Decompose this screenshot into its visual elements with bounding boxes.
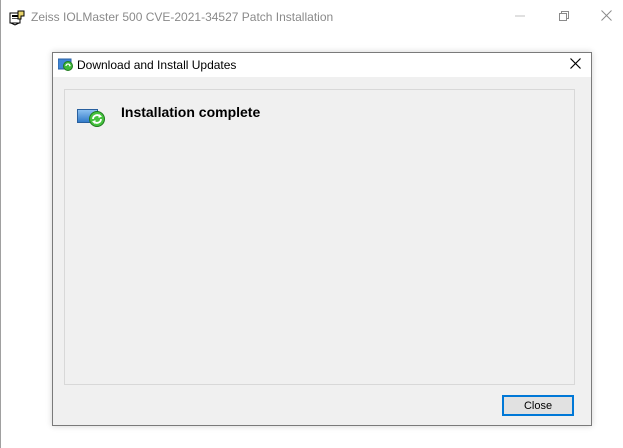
windows-update-icon — [77, 106, 107, 128]
update-dialog: Download and Install Updates Installatio… — [52, 52, 592, 426]
dialog-title: Download and Install Updates — [77, 58, 237, 72]
installer-window: Zeiss IOLMaster 500 CVE-2021-34527 Patch… — [0, 0, 623, 448]
minimize-button[interactable] — [497, 0, 543, 33]
window-titlebar[interactable]: Zeiss IOLMaster 500 CVE-2021-34527 Patch… — [1, 0, 623, 33]
dialog-titlebar[interactable]: Download and Install Updates — [53, 53, 591, 77]
restore-button[interactable] — [541, 0, 587, 33]
window-close-button[interactable] — [583, 0, 623, 33]
restore-icon — [559, 8, 569, 26]
window-title: Zeiss IOLMaster 500 CVE-2021-34527 Patch… — [31, 10, 334, 24]
installation-status-text: Installation complete — [121, 104, 261, 120]
close-button[interactable]: Close — [502, 395, 574, 416]
windows-update-icon — [57, 58, 74, 72]
installer-icon — [9, 10, 25, 26]
close-icon — [569, 56, 581, 74]
close-icon — [600, 8, 612, 26]
minimize-icon — [515, 8, 525, 26]
dialog-close-button[interactable] — [559, 53, 591, 77]
status-panel: Installation complete — [64, 89, 575, 385]
